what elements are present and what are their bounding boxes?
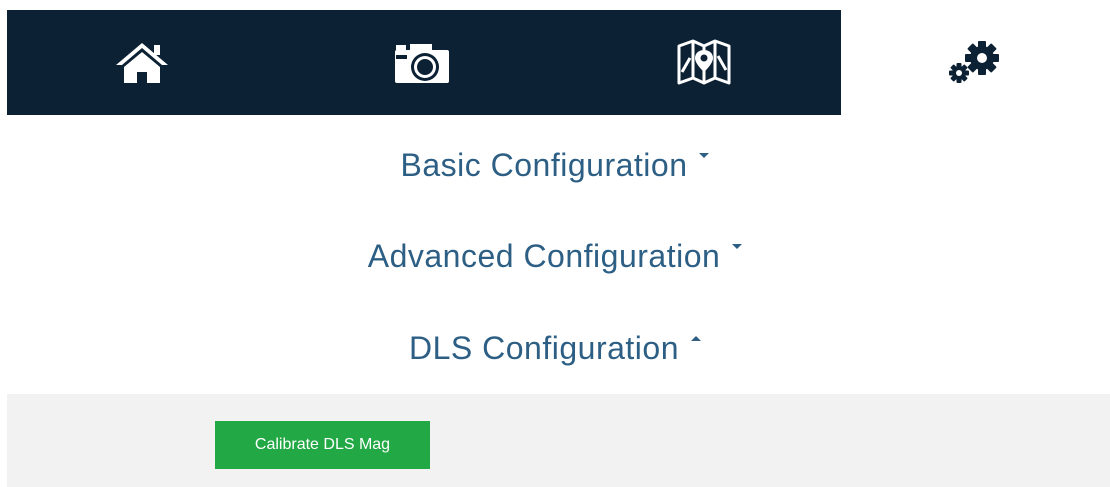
map-icon [674,38,734,88]
camera-icon [392,41,452,85]
home-icon [114,41,170,85]
tab-camera[interactable] [277,10,567,115]
caret-up-icon [690,335,701,341]
tab-home[interactable] [7,10,277,115]
tab-map[interactable] [567,10,841,115]
dls-configuration-toggle[interactable]: DLS Configuration [0,326,1110,370]
basic-configuration-toggle[interactable]: Basic Configuration [0,143,1110,187]
tab-settings[interactable] [841,10,1110,115]
advanced-configuration-label: Advanced Configuration [367,237,721,274]
dls-configuration-label: DLS Configuration [409,329,679,366]
dls-configuration-panel [7,394,1110,487]
basic-configuration-label: Basic Configuration [400,146,688,183]
caret-down-icon [732,243,743,249]
gears-icon [946,40,1006,86]
advanced-configuration-toggle[interactable]: Advanced Configuration [0,234,1110,278]
caret-down-icon [699,152,710,158]
calibrate-dls-mag-button[interactable]: Calibrate DLS Mag [215,421,430,469]
page: Basic Configuration Advanced Configurati… [0,0,1110,487]
